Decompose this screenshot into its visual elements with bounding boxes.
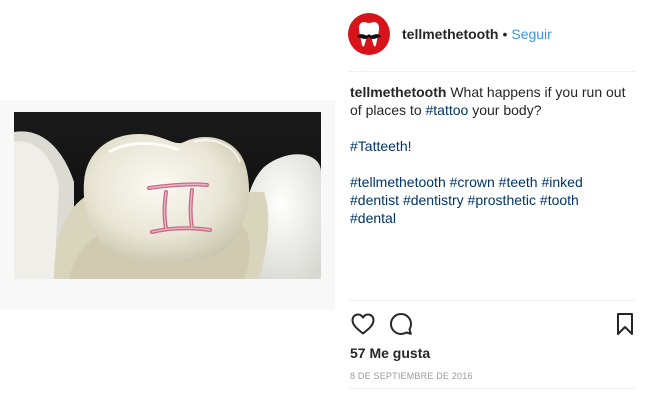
post-caption: tellmethetooth What happens if you run o… xyxy=(350,83,630,227)
post-header: tellmethetooth • Seguir xyxy=(348,12,636,56)
separator-dot: • xyxy=(502,26,508,42)
save-button[interactable] xyxy=(612,311,638,337)
heart-icon xyxy=(351,313,375,335)
post-media-pane xyxy=(0,0,335,400)
tooth-crown-tattoo-photo xyxy=(14,112,321,279)
hashtag-tatteeth[interactable]: #Tatteeth! xyxy=(350,138,412,154)
caption-hashtags: #tellmethetooth #crown #teeth #inked #den… xyxy=(350,173,630,227)
comment-bubble-icon xyxy=(390,313,412,335)
hashtag[interactable]: #tooth xyxy=(540,192,579,208)
header-divider xyxy=(348,71,636,72)
bookmark-icon xyxy=(617,313,633,335)
caption-main-line: tellmethetooth What happens if you run o… xyxy=(350,83,630,119)
caption-tatteeth-line: #Tatteeth! xyxy=(350,137,630,155)
hashtag[interactable]: #tellmethetooth xyxy=(350,174,446,190)
post-photo[interactable] xyxy=(14,112,321,279)
tooth-mustache-logo-icon xyxy=(357,22,381,47)
hashtag[interactable]: #prosthetic xyxy=(468,192,536,208)
post-media-frame xyxy=(0,100,335,310)
follow-button[interactable]: Seguir xyxy=(511,26,551,42)
hashtag[interactable]: #dentist xyxy=(350,192,399,208)
bottom-divider xyxy=(348,388,636,389)
hashtag[interactable]: #dentistry xyxy=(403,192,464,208)
hashtag[interactable]: #teeth xyxy=(499,174,538,190)
actions-divider xyxy=(348,300,636,301)
avatar[interactable] xyxy=(348,13,390,55)
hashtag[interactable]: #inked xyxy=(541,174,582,190)
hashtag-tattoo[interactable]: #tattoo xyxy=(426,102,469,118)
hashtag[interactable]: #dental xyxy=(350,210,396,226)
post-side-pane: tellmethetooth • Seguir tellmethetooth W… xyxy=(336,0,636,400)
comment-button[interactable] xyxy=(388,311,414,337)
caption-text-after: your body? xyxy=(468,102,542,118)
post-date[interactable]: 8 DE SEPTIEMBRE DE 2016 xyxy=(350,371,473,381)
hashtag[interactable]: #crown xyxy=(450,174,495,190)
caption-username[interactable]: tellmethetooth xyxy=(350,84,446,100)
like-button[interactable] xyxy=(350,311,376,337)
post-author-username[interactable]: tellmethetooth xyxy=(402,26,498,42)
like-count[interactable]: 57 Me gusta xyxy=(350,345,430,361)
post-actions xyxy=(350,311,634,337)
